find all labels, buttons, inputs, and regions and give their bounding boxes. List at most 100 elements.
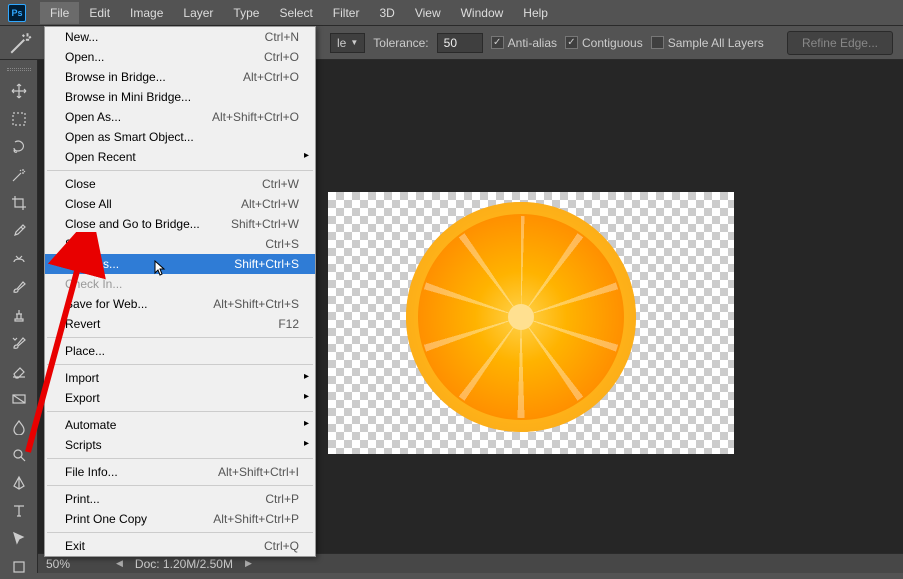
menu-type[interactable]: Type bbox=[223, 2, 269, 24]
tolerance-input[interactable]: 50 bbox=[437, 33, 483, 53]
menu-item-open[interactable]: Open... Ctrl+O bbox=[45, 47, 315, 67]
antialias-label: Anti-alias bbox=[508, 36, 557, 50]
menu-filter[interactable]: Filter bbox=[323, 2, 370, 24]
palette-grabber[interactable] bbox=[4, 68, 34, 71]
menu-3d[interactable]: 3D bbox=[369, 2, 404, 24]
shortcut: Ctrl+N bbox=[265, 30, 299, 44]
eyedropper-tool[interactable] bbox=[7, 219, 31, 243]
refine-edge-button[interactable]: Refine Edge... bbox=[787, 31, 893, 55]
menu-item-scripts[interactable]: Scripts bbox=[45, 435, 315, 455]
menu-item-revert[interactable]: RevertF12 bbox=[45, 314, 315, 334]
menu-item-open-recent[interactable]: Open Recent bbox=[45, 147, 315, 167]
rectangle-tool[interactable] bbox=[7, 555, 31, 579]
menu-item-label: Open As... bbox=[65, 110, 121, 124]
menu-item-place[interactable]: Place... bbox=[45, 341, 315, 361]
menu-edit[interactable]: Edit bbox=[79, 2, 120, 24]
menu-item-label: Open Recent bbox=[65, 150, 136, 164]
crop-tool[interactable] bbox=[7, 191, 31, 215]
shortcut: Ctrl+P bbox=[265, 492, 299, 506]
menu-item-close[interactable]: CloseCtrl+W bbox=[45, 174, 315, 194]
menu-item-open-as[interactable]: Open As...Alt+Shift+Ctrl+O bbox=[45, 107, 315, 127]
marquee-tool[interactable] bbox=[7, 107, 31, 131]
menu-item-label: Close and Go to Bridge... bbox=[65, 217, 200, 231]
lasso-tool[interactable] bbox=[7, 135, 31, 159]
menu-item-label: Check In... bbox=[65, 277, 122, 291]
menu-item-print-one-copy[interactable]: Print One Copy Alt+Shift+Ctrl+P bbox=[45, 509, 315, 529]
healing-brush-tool[interactable] bbox=[7, 247, 31, 271]
menu-window[interactable]: Window bbox=[451, 2, 514, 24]
zoom-level[interactable]: 50% bbox=[46, 557, 104, 571]
menu-item-exit[interactable]: Exit Ctrl+Q bbox=[45, 536, 315, 556]
dodge-tool[interactable] bbox=[7, 443, 31, 467]
brush-tool[interactable] bbox=[7, 275, 31, 299]
menu-help[interactable]: Help bbox=[513, 2, 558, 24]
cursor-pointer-icon bbox=[154, 260, 168, 278]
menu-item-file-info[interactable]: File Info...Alt+Shift+Ctrl+I bbox=[45, 462, 315, 482]
menu-item-label: Print One Copy bbox=[65, 512, 147, 526]
check-icon: ✓ bbox=[491, 36, 504, 49]
menu-item-browse-in-bridge[interactable]: Browse in Bridge...Alt+Ctrl+O bbox=[45, 67, 315, 87]
menu-item-label: Save bbox=[65, 237, 92, 251]
sampling-dropdown[interactable]: le ▼ bbox=[330, 33, 365, 53]
menu-item-label: Scripts bbox=[65, 438, 102, 452]
type-tool[interactable] bbox=[7, 499, 31, 523]
chevron-down-icon: ▼ bbox=[350, 38, 358, 47]
menu-bar: Ps FileEditImageLayerTypeSelectFilter3DV… bbox=[0, 0, 903, 26]
menu-item-import[interactable]: Import bbox=[45, 368, 315, 388]
separator bbox=[47, 364, 313, 365]
menu-item-open-as-smart-object[interactable]: Open as Smart Object... bbox=[45, 127, 315, 147]
shortcut: Alt+Shift+Ctrl+S bbox=[213, 297, 299, 311]
menu-item-label: Exit bbox=[65, 539, 85, 553]
menu-item-label: Open as Smart Object... bbox=[65, 130, 194, 144]
shortcut: Alt+Shift+Ctrl+P bbox=[213, 512, 299, 526]
menu-item-automate[interactable]: Automate bbox=[45, 415, 315, 435]
menu-item-label: File Info... bbox=[65, 465, 118, 479]
history-brush-tool[interactable] bbox=[7, 331, 31, 355]
shortcut: Ctrl+Q bbox=[264, 539, 299, 553]
menu-item-label: Open... bbox=[65, 50, 104, 64]
magic-wand-tool[interactable] bbox=[7, 163, 31, 187]
chevron-right-icon[interactable]: ▶ bbox=[245, 558, 252, 569]
menu-image[interactable]: Image bbox=[120, 2, 173, 24]
menu-item-label: Save for Web... bbox=[65, 297, 147, 311]
menu-item-print[interactable]: Print...Ctrl+P bbox=[45, 489, 315, 509]
menu-layer[interactable]: Layer bbox=[173, 2, 223, 24]
document-canvas[interactable] bbox=[328, 192, 734, 454]
clone-stamp-tool[interactable] bbox=[7, 303, 31, 327]
menu-select[interactable]: Select bbox=[269, 2, 322, 24]
menu-item-close-all[interactable]: Close AllAlt+Ctrl+W bbox=[45, 194, 315, 214]
menu-item-save-as[interactable]: Save As... Shift+Ctrl+S bbox=[45, 254, 315, 274]
sample-all-checkbox[interactable]: Sample All Layers bbox=[651, 36, 764, 50]
pen-tool[interactable] bbox=[7, 471, 31, 495]
menu-item-save-for-web[interactable]: Save for Web... Alt+Shift+Ctrl+S bbox=[45, 294, 315, 314]
gradient-tool[interactable] bbox=[7, 387, 31, 411]
shortcut: Alt+Ctrl+W bbox=[241, 197, 299, 211]
check-icon bbox=[651, 36, 664, 49]
menu-view[interactable]: View bbox=[405, 2, 451, 24]
shortcut: Ctrl+O bbox=[264, 50, 299, 64]
app-logo: Ps bbox=[8, 4, 26, 22]
menu-item-label: Place... bbox=[65, 344, 105, 358]
menu-item-export[interactable]: Export bbox=[45, 388, 315, 408]
menu-item-close-and-go-to-bridge[interactable]: Close and Go to Bridge...Shift+Ctrl+W bbox=[45, 214, 315, 234]
separator bbox=[47, 458, 313, 459]
menu-item-new[interactable]: New...Ctrl+N bbox=[45, 27, 315, 47]
antialias-checkbox[interactable]: ✓ Anti-alias bbox=[491, 36, 557, 50]
path-selection-tool[interactable] bbox=[7, 527, 31, 551]
chevron-left-icon[interactable]: ◀ bbox=[116, 558, 123, 569]
menu-item-label: Automate bbox=[65, 418, 116, 432]
move-tool[interactable] bbox=[7, 79, 31, 103]
eraser-tool[interactable] bbox=[7, 359, 31, 383]
menu-item-browse-in-mini-bridge[interactable]: Browse in Mini Bridge... bbox=[45, 87, 315, 107]
shortcut: Shift+Ctrl+S bbox=[234, 257, 299, 271]
separator bbox=[47, 411, 313, 412]
menu-item-save[interactable]: SaveCtrl+S bbox=[45, 234, 315, 254]
menu-item-label: Browse in Bridge... bbox=[65, 70, 166, 84]
menu-file[interactable]: File bbox=[40, 2, 79, 24]
menu-item-label: Save As... bbox=[65, 257, 119, 271]
contiguous-checkbox[interactable]: ✓ Contiguous bbox=[565, 36, 643, 50]
separator bbox=[47, 170, 313, 171]
blur-tool[interactable] bbox=[7, 415, 31, 439]
contiguous-label: Contiguous bbox=[582, 36, 643, 50]
menu-item-label: Browse in Mini Bridge... bbox=[65, 90, 191, 104]
